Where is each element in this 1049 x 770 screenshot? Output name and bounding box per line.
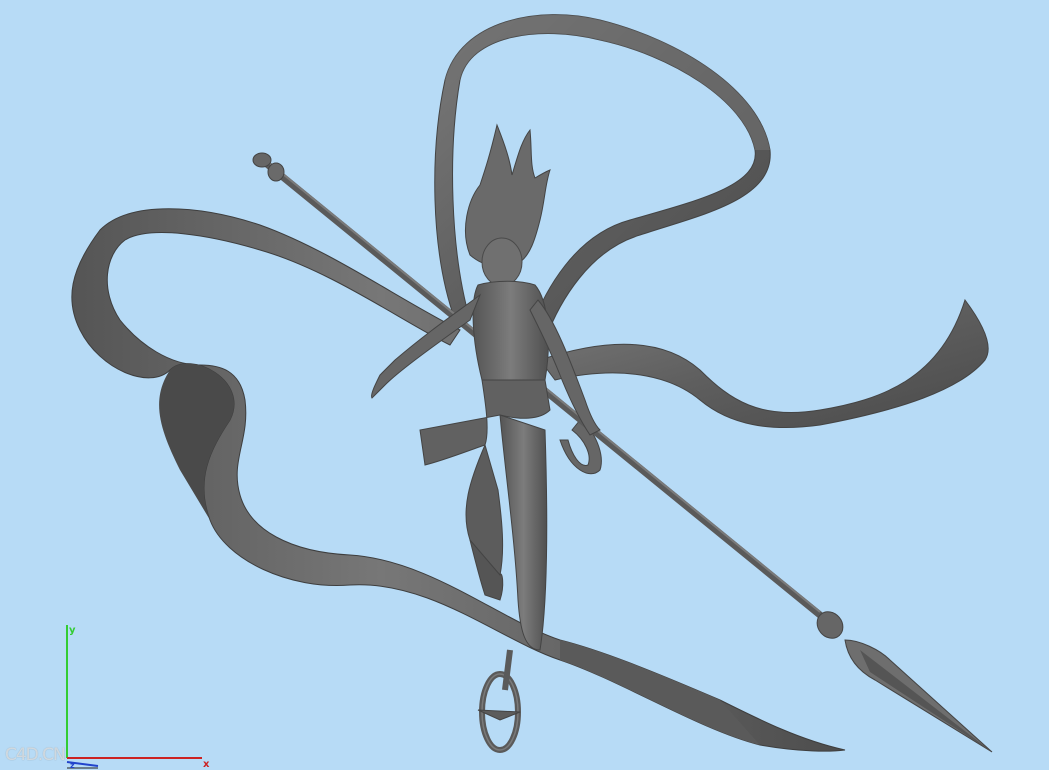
scene-render [66, 14, 993, 769]
ribbon-right [539, 298, 989, 475]
3d-viewport[interactable]: y x z C4D.CN [0, 0, 1049, 770]
y-axis-label: y [69, 625, 76, 636]
x-axis-label: x [203, 759, 210, 770]
z-axis-label: z [70, 761, 75, 770]
watermark-logo: C4D.CN [5, 745, 66, 765]
axis-gizmo [66, 625, 202, 769]
